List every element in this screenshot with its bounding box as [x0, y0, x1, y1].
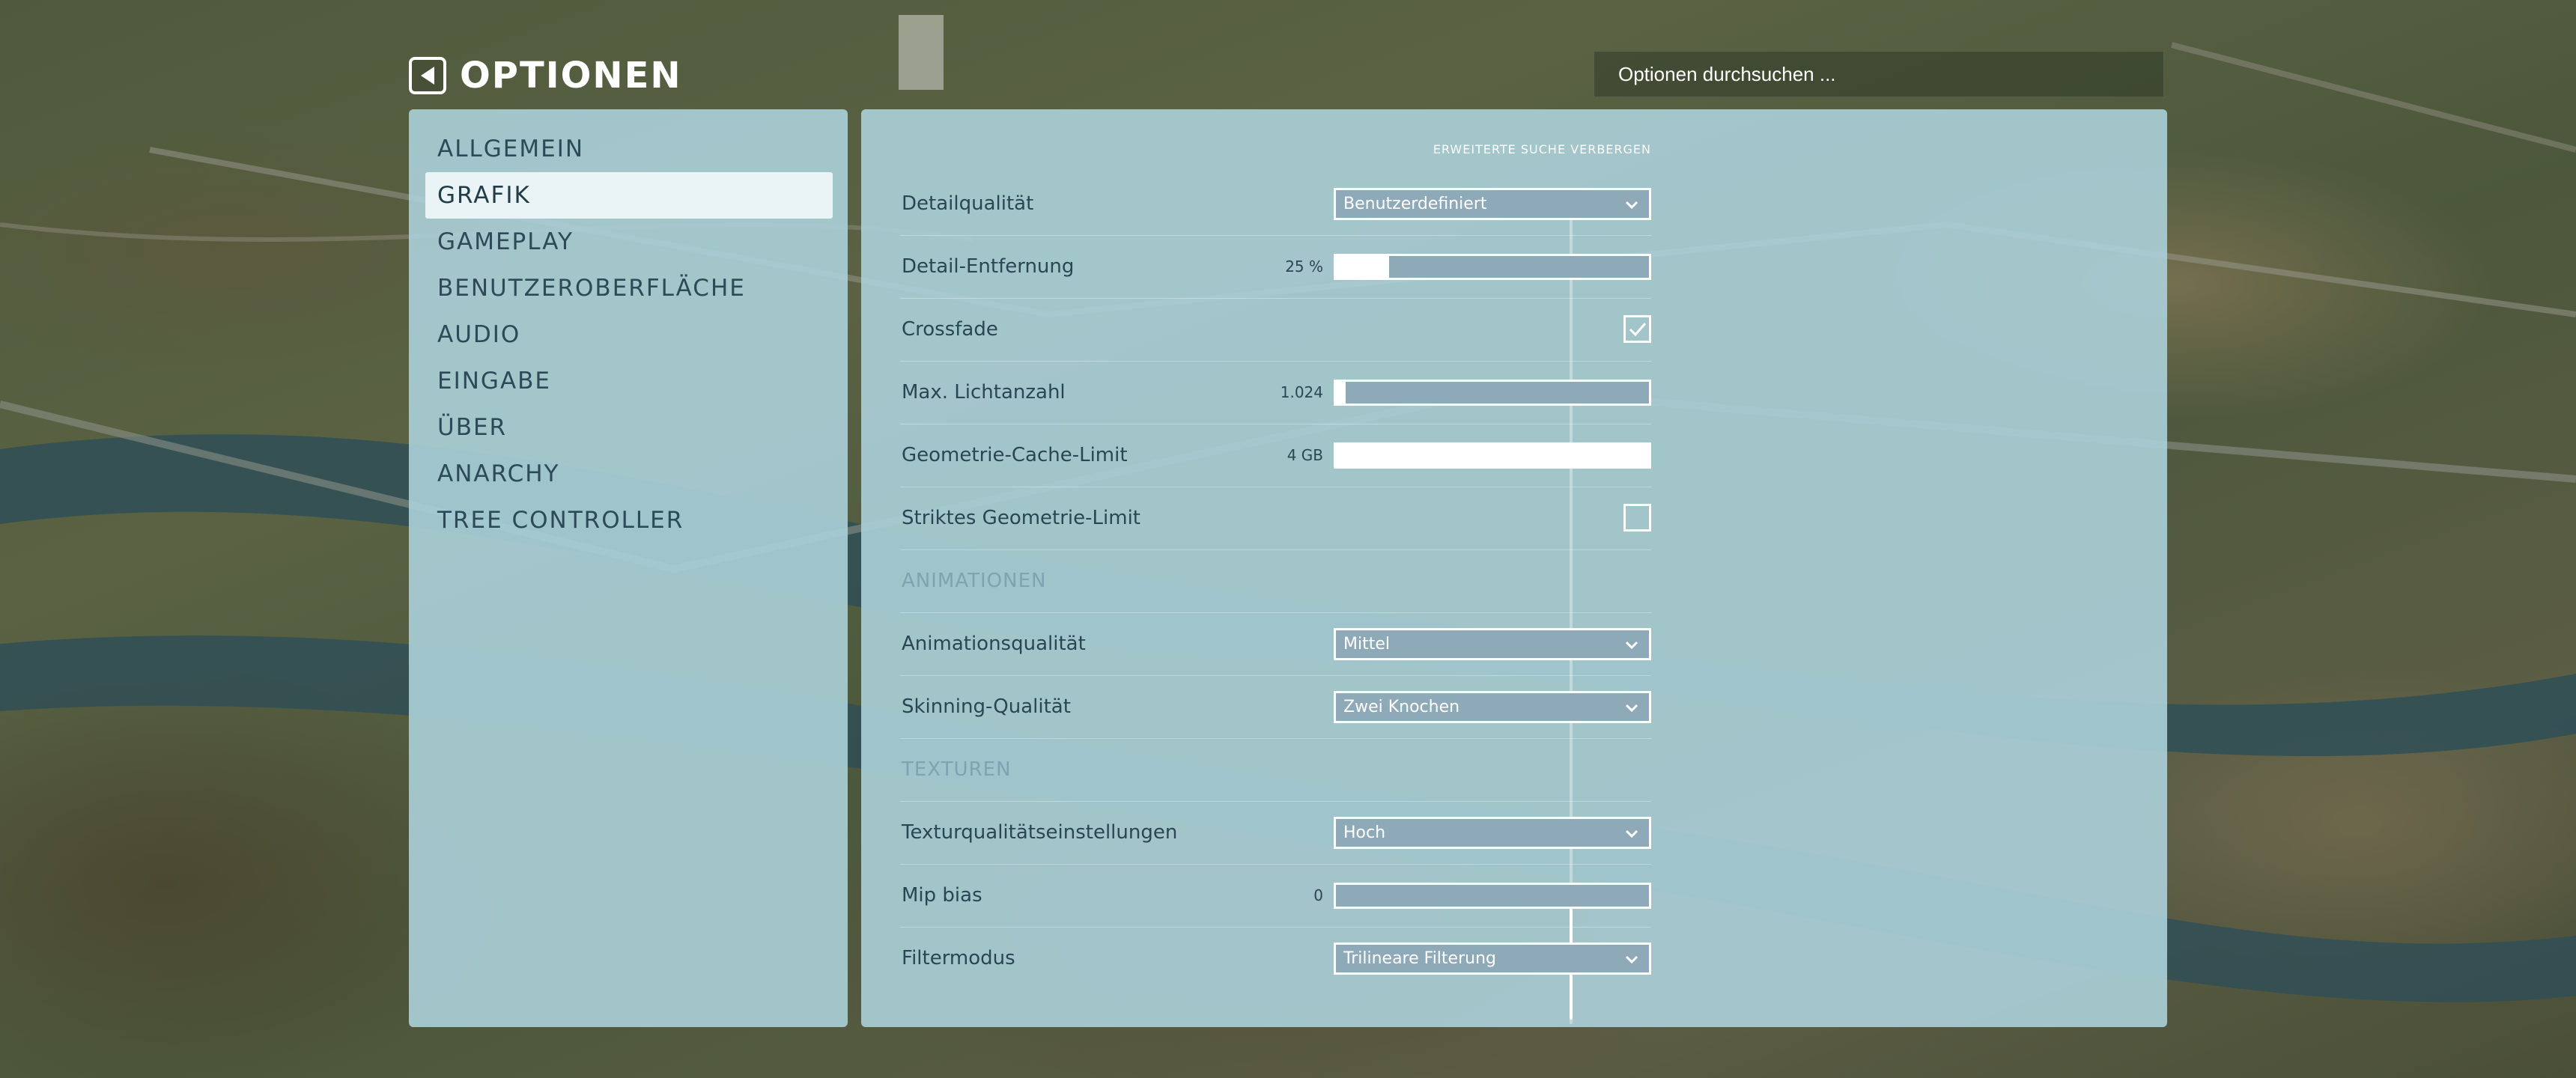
sidebar-item-audio[interactable]: AUDIO [425, 311, 833, 358]
sidebar-item-ueber[interactable]: ÜBER [425, 404, 833, 451]
geometry-cache-slider[interactable] [1334, 442, 1651, 469]
back-button[interactable] [409, 57, 446, 94]
slider-value: 0 [1313, 886, 1323, 904]
sidebar-item-eingabe[interactable]: EINGABE [425, 358, 833, 404]
chevron-down-icon [1625, 829, 1638, 838]
title-bar: OPTIONEN [409, 54, 682, 97]
sidebar-item-label: ALLGEMEIN [437, 135, 585, 162]
search-box[interactable] [1594, 51, 2164, 97]
sidebar-item-tree-controller[interactable]: TREE CONTROLLER [425, 497, 833, 543]
advanced-search-toggle[interactable]: ERWEITERTE SUCHE VERBERGEN [1340, 142, 1651, 156]
back-arrow-icon [421, 67, 434, 85]
sidebar-item-label: BENUTZEROBERFLÄCHE [437, 275, 746, 302]
dropdown-value: Mittel [1343, 635, 1390, 654]
setting-row-crossfade: Crossfade [900, 298, 1651, 362]
setting-label: Crossfade [902, 318, 998, 341]
sidebar-item-grafik[interactable]: GRAFIK [425, 172, 833, 219]
slider-fill [1336, 382, 1346, 404]
setting-label: Detailqualität [902, 192, 1034, 215]
setting-label: Skinning-Qualität [902, 695, 1071, 718]
slider-value: 4 GB [1287, 446, 1323, 464]
slider-value: 25 % [1285, 258, 1323, 275]
sidebar-item-label: ÜBER [437, 414, 508, 441]
setting-row-texture-quality: Texturqualitätseinstellungen Hoch [900, 801, 1651, 865]
setting-label: Mip bias [902, 884, 982, 907]
dropdown-value: Hoch [1343, 823, 1386, 842]
chevron-down-icon [1625, 641, 1638, 650]
slider-fill [1336, 256, 1390, 278]
slider-fill [1336, 445, 1649, 466]
slider-value: 1.024 [1280, 383, 1323, 401]
sidebar-item-benutzeroberflaeche[interactable]: BENUTZEROBERFLÄCHE [425, 265, 833, 311]
chevron-down-icon [1625, 704, 1638, 713]
setting-label: Geometrie-Cache-Limit [902, 444, 1128, 466]
dropdown-value: Zwei Knochen [1343, 698, 1460, 716]
section-title: ANIMATIONEN [902, 570, 1047, 592]
section-textures: TEXTUREN [900, 738, 1651, 802]
skinning-quality-dropdown[interactable]: Zwei Knochen [1334, 691, 1651, 723]
sidebar-item-anarchy[interactable]: ANARCHY [425, 451, 833, 497]
settings-panel: ERWEITERTE SUCHE VERBERGEN Detailqualitä… [861, 109, 2167, 1027]
setting-row-geometry-cache: Geometrie-Cache-Limit 4 GB [900, 424, 1651, 487]
section-animations: ANIMATIONEN [900, 549, 1651, 613]
mip-bias-slider[interactable] [1334, 883, 1651, 909]
strict-geometry-checkbox[interactable] [1623, 504, 1651, 532]
checkmark-icon [1629, 322, 1646, 336]
setting-label: Striktes Geometrie-Limit [902, 507, 1140, 529]
setting-row-animation-quality: Animationsqualität Mittel [900, 612, 1651, 676]
page-title: OPTIONEN [460, 55, 682, 97]
sidebar-item-label: AUDIO [437, 321, 521, 348]
chevron-down-icon [1625, 955, 1638, 964]
sidebar: ALLGEMEIN GRAFIK GAMEPLAY BENUTZEROBERFL… [409, 109, 848, 1027]
setting-label: Filtermodus [902, 947, 1015, 969]
sidebar-item-label: GAMEPLAY [437, 228, 574, 255]
detail-distance-slider[interactable] [1334, 254, 1651, 280]
sidebar-item-label: GRAFIK [437, 182, 531, 209]
setting-label: Animationsqualität [902, 633, 1086, 655]
texture-quality-dropdown[interactable]: Hoch [1334, 817, 1651, 849]
setting-label: Max. Lichtanzahl [902, 381, 1066, 404]
setting-row-mip-bias: Mip bias 0 [900, 864, 1651, 928]
sidebar-item-label: EINGABE [437, 368, 552, 395]
setting-row-max-lights: Max. Lichtanzahl 1.024 [900, 361, 1651, 424]
chevron-down-icon [1625, 201, 1638, 210]
dropdown-value: Trilineare Filterung [1343, 949, 1496, 968]
crossfade-checkbox[interactable] [1623, 315, 1651, 343]
sidebar-item-label: ANARCHY [437, 460, 560, 487]
detail-quality-dropdown[interactable]: Benutzerdefiniert [1334, 188, 1651, 220]
section-title: TEXTUREN [902, 758, 1012, 781]
max-lights-slider[interactable] [1334, 380, 1651, 406]
filter-mode-dropdown[interactable]: Trilineare Filterung [1334, 943, 1651, 975]
setting-row-strict-geometry: Striktes Geometrie-Limit [900, 487, 1651, 550]
search-input[interactable] [1617, 61, 2163, 87]
sidebar-item-label: TREE CONTROLLER [437, 507, 684, 534]
sidebar-item-gameplay[interactable]: GAMEPLAY [425, 219, 833, 265]
setting-row-detail-quality: Detailqualität Benutzerdefiniert [900, 172, 1651, 236]
setting-label: Detail-Entfernung [902, 255, 1075, 278]
setting-row-filter-mode: Filtermodus Trilineare Filterung [900, 927, 1651, 990]
animation-quality-dropdown[interactable]: Mittel [1334, 628, 1651, 660]
setting-row-detail-distance: Detail-Entfernung 25 % [900, 235, 1651, 299]
setting-row-skinning-quality: Skinning-Qualität Zwei Knochen [900, 675, 1651, 739]
setting-label: Texturqualitätseinstellungen [902, 821, 1178, 844]
sidebar-item-allgemein[interactable]: ALLGEMEIN [425, 126, 833, 172]
dropdown-value: Benutzerdefiniert [1343, 195, 1487, 213]
